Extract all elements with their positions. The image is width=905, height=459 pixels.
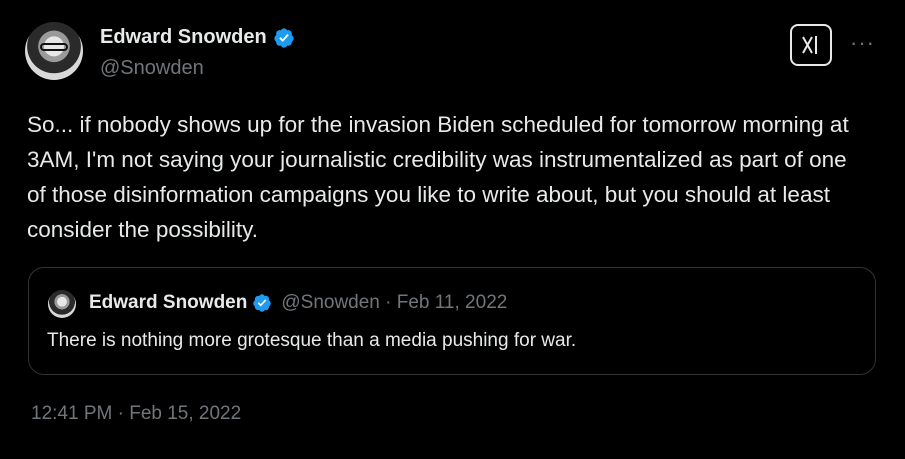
- tweet: Edward Snowden @Snowden ··· So... if nob…: [0, 0, 905, 459]
- avatar[interactable]: [25, 22, 83, 80]
- tweet-timestamp[interactable]: 12:41 PM · Feb 15, 2022: [31, 403, 241, 425]
- quoted-tweet[interactable]: Edward Snowden @Snowden · Feb 11, 2022 T…: [28, 267, 876, 375]
- quoted-verified-badge-icon: [253, 294, 272, 312]
- quoted-handle-date: @Snowden · Feb 11, 2022: [281, 292, 508, 313]
- avatar-glasses: [40, 43, 68, 51]
- author-display-name[interactable]: Edward Snowden: [100, 26, 267, 49]
- author-handle[interactable]: @Snowden: [100, 57, 204, 80]
- grok-icon: [802, 36, 817, 54]
- quoted-header: Edward Snowden @Snowden · Feb 11, 2022: [89, 292, 507, 314]
- quoted-text: There is nothing more grotesque than a m…: [47, 330, 577, 351]
- more-options-icon[interactable]: ···: [850, 30, 875, 56]
- verified-badge-icon: [274, 27, 294, 48]
- quoted-avatar: [48, 290, 76, 318]
- tweet-text: So... if nobody shows up for the invasio…: [27, 112, 849, 242]
- author-name-row: Edward Snowden: [100, 26, 295, 49]
- quoted-display-name: Edward Snowden: [89, 292, 248, 313]
- grok-button[interactable]: [790, 24, 832, 66]
